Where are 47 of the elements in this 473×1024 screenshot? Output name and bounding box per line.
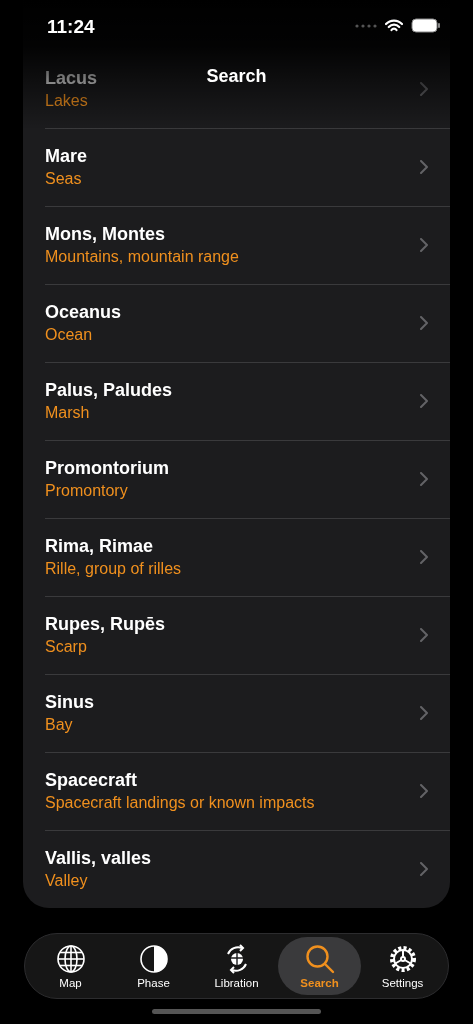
battery-icon [411, 18, 441, 33]
row-subtitle: Promontory [45, 482, 128, 500]
row-title: Vallis, valles [45, 848, 152, 869]
row-title: Oceanus [45, 302, 122, 323]
chevron-icon [420, 862, 428, 876]
tab-button[interactable]: Libration [195, 937, 278, 995]
row-title: Mons, Montes [45, 224, 165, 245]
chevron-icon [420, 82, 428, 96]
chevron-icon [420, 238, 428, 252]
chevron-icon [420, 394, 428, 408]
chevron-icon [420, 550, 428, 564]
tab-button[interactable]: Map [29, 937, 112, 995]
row-subtitle: Lakes [45, 92, 88, 110]
row-title: Spacecraft [45, 770, 138, 791]
row-title: Palus, Paludes [45, 380, 173, 401]
row-title: Rupes, Rupēs [45, 614, 166, 635]
tab-button[interactable]: Search [278, 937, 361, 995]
chevron-icon [420, 160, 428, 174]
row-subtitle: Scarp [45, 638, 87, 656]
status-time: 11:24 [47, 16, 95, 38]
globe-icon [55, 943, 86, 974]
row-title: Promontorium [45, 458, 169, 479]
row-subtitle: Rille, group of rilles [45, 560, 182, 578]
half-circle-icon [138, 943, 169, 974]
signal-icon [355, 23, 377, 28]
row-subtitle: Spacecraft landings or known impacts [45, 794, 315, 812]
row-subtitle: Bay [45, 716, 73, 734]
wifi-icon [385, 18, 403, 33]
row-title: Rima, Rimae [45, 536, 154, 557]
row-subtitle: Seas [45, 170, 82, 188]
chevron-icon [420, 706, 428, 720]
chevron-icon [420, 472, 428, 486]
row-subtitle: Valley [45, 872, 88, 890]
search-icon [304, 943, 335, 974]
chevron-icon [420, 316, 428, 330]
settings-icon [387, 943, 418, 974]
row-subtitle: Marsh [45, 404, 90, 422]
row-subtitle: Ocean [45, 326, 93, 344]
screen-title: Search [206, 66, 267, 87]
row-title: Sinus [45, 692, 94, 713]
row-title: Lacus [45, 68, 98, 89]
row-subtitle: Mountains, mountain range [45, 248, 239, 266]
chevron-icon [420, 784, 428, 798]
tab-button[interactable]: Settings [361, 937, 444, 995]
row-title: Mare [45, 146, 88, 167]
tab-button[interactable]: Phase [112, 937, 195, 995]
chevron-icon [420, 628, 428, 642]
